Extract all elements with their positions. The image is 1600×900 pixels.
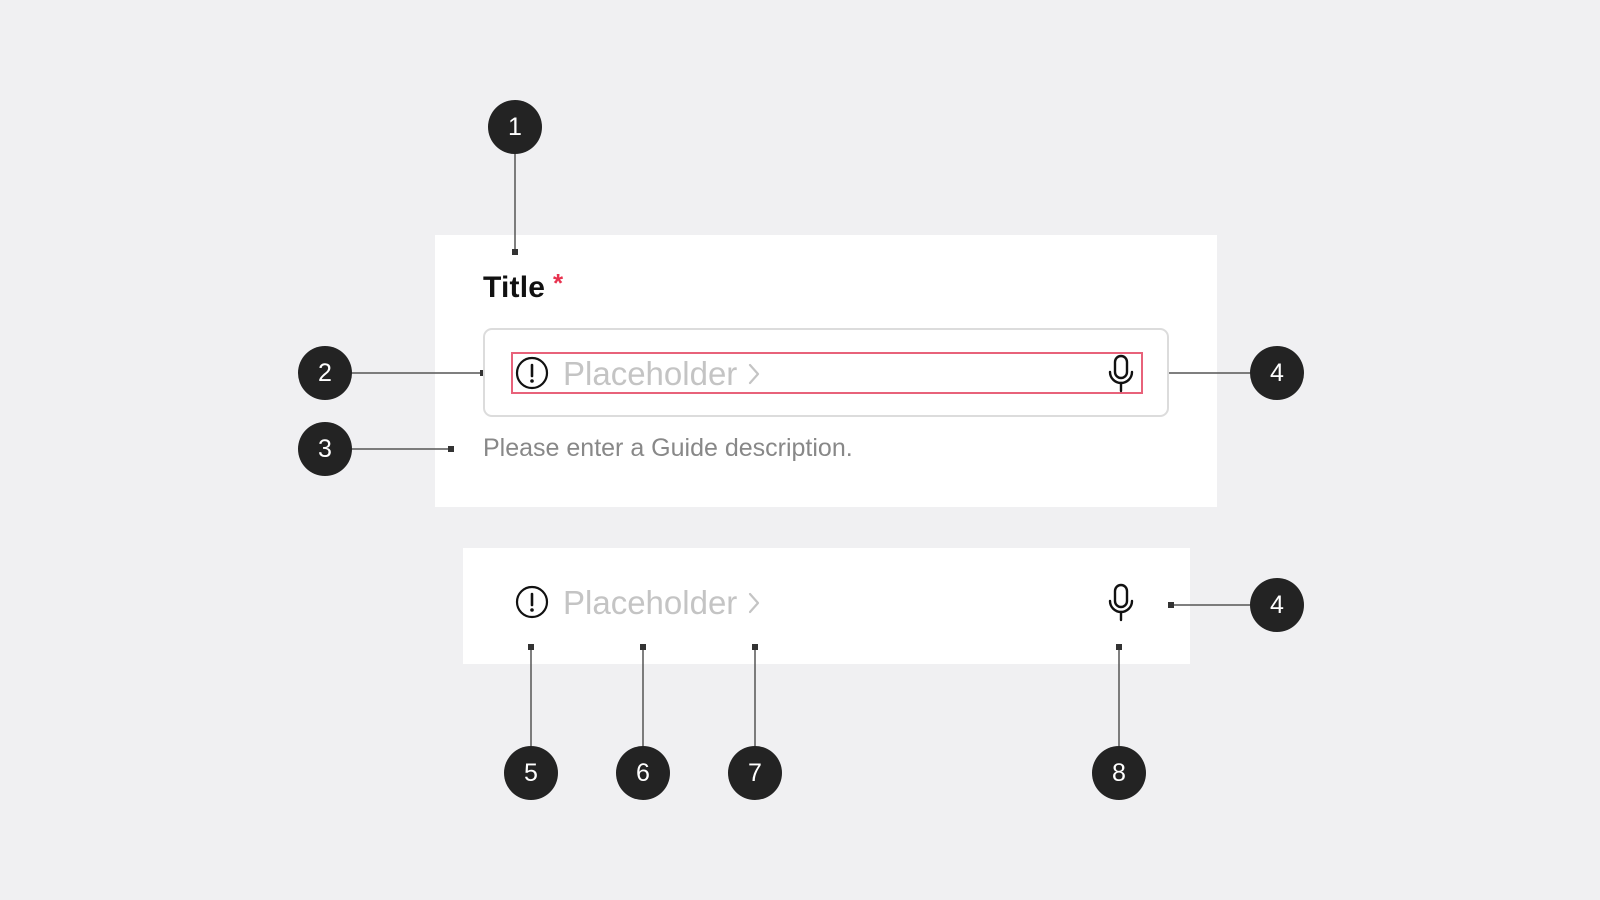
- alert-circle-icon: [515, 356, 549, 390]
- chevron-right-icon: [748, 363, 760, 385]
- callout-marker: 6: [616, 746, 670, 800]
- callout-marker: 8: [1092, 746, 1146, 800]
- callout-marker: 4: [1250, 578, 1304, 632]
- callout-marker: 1: [488, 100, 542, 154]
- callout-marker: 4: [1250, 346, 1304, 400]
- callout-marker: 3: [298, 422, 352, 476]
- alert-circle-icon: [515, 585, 549, 619]
- callout-marker: 2: [298, 346, 352, 400]
- chevron-right-icon: [748, 592, 760, 614]
- microphone-icon[interactable]: [1106, 583, 1136, 623]
- microphone-icon[interactable]: [1106, 354, 1136, 394]
- callout-marker: 5: [504, 746, 558, 800]
- required-indicator: *: [553, 268, 564, 298]
- helper-text: Please enter a Guide description.: [483, 434, 853, 462]
- callout-marker: 7: [728, 746, 782, 800]
- field-label: Title: [483, 271, 546, 304]
- input-placeholder[interactable]: Placeholder: [563, 354, 737, 394]
- input-placeholder[interactable]: Placeholder: [563, 583, 737, 623]
